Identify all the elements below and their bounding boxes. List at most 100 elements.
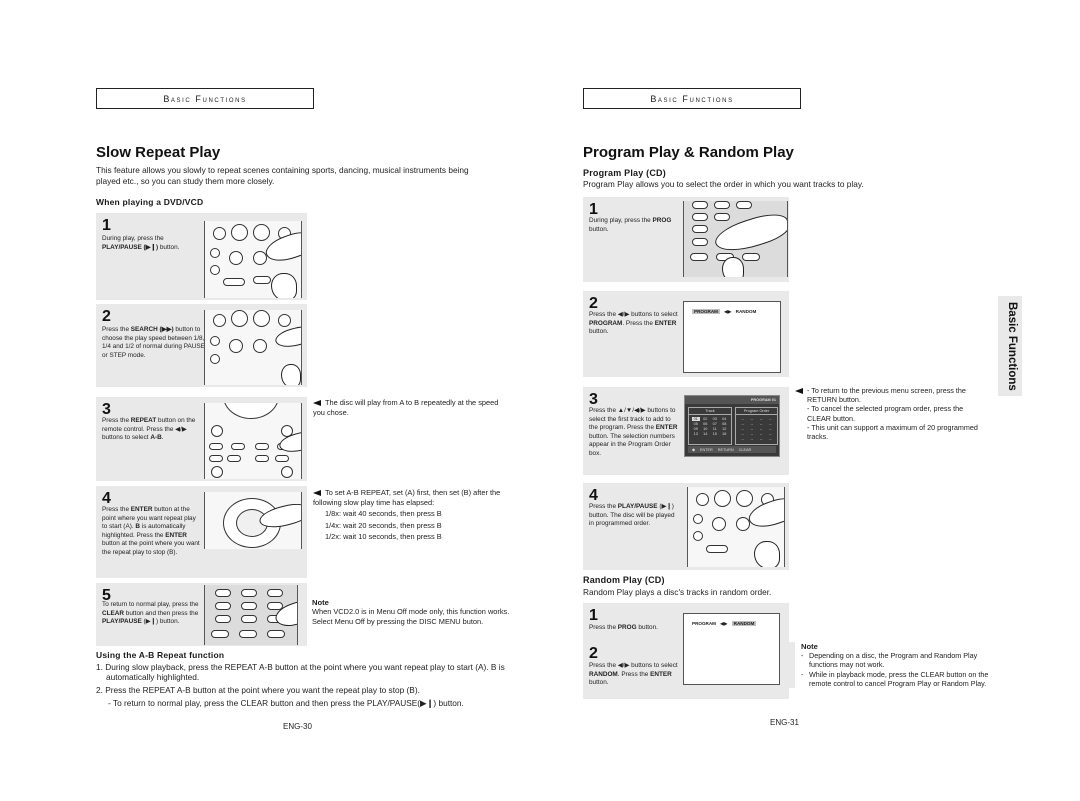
osd-order-slot: --	[769, 422, 772, 426]
up-down-button-icon	[253, 310, 270, 327]
button-8-icon	[241, 602, 257, 610]
osd-order-slot: --	[741, 427, 744, 431]
stop-button-icon	[712, 517, 726, 531]
plus-minus-button-icon	[231, 310, 248, 327]
osd-track-number[interactable]: 10	[702, 427, 710, 431]
menu-option-random[interactable]: RANDOM	[731, 621, 757, 626]
menu-option-random[interactable]: RANDOM	[736, 309, 757, 314]
subheading-dvd-vcd: When playing a DVD/VCD	[96, 197, 204, 207]
note-title: Note	[801, 642, 818, 651]
osd-track-number[interactable]: 04	[721, 417, 729, 421]
side-note-text: The disc will play from A to B repeatedl…	[313, 398, 499, 417]
menu-option-program[interactable]: PROGRAM	[692, 309, 720, 314]
osd-track-number[interactable]: 02	[702, 417, 710, 421]
next-button-icon	[227, 455, 241, 462]
program-step-3-panel: 3 Press the ▲/▼/◀/▶ buttons to select th…	[583, 387, 789, 475]
list-item: - To return to normal play, press the CL…	[108, 698, 464, 708]
prog-button-icon	[213, 314, 226, 327]
menu-button-icon	[706, 545, 728, 553]
button-3-icon	[736, 201, 752, 209]
subtitle-button-icon	[209, 443, 223, 450]
prog-button-icon	[692, 238, 708, 246]
osd-footer: ◆ ENTER RETURN CLEAR	[688, 446, 776, 453]
list-item: 1. During slow playback, press the REPEA…	[96, 662, 505, 682]
note-item: Depending on a disc, the Program and Ran…	[809, 651, 978, 670]
menu-options: PROGRAM ◀▶ RANDOM	[692, 309, 756, 315]
step-3-panel: 3 Press the REPEAT button on the remote …	[96, 397, 307, 481]
button-5-icon	[714, 213, 730, 221]
program-step-4-panel: 4 Press the PLAY/PAUSE (▶❙) button. The …	[583, 483, 789, 570]
osd-order-slot: --	[750, 422, 754, 426]
osd-track-number[interactable]: 14	[702, 432, 710, 436]
osd-track-number[interactable]: 15	[711, 432, 719, 436]
side-note-text: - This unit can support a maximum of 20 …	[807, 422, 978, 442]
random-play-intro: Random Play plays a disc's tracks in ran…	[583, 587, 772, 597]
step-text: Press the ◀/▶ buttons to select RANDOM. …	[589, 662, 678, 687]
left-right-arrows-icon: ◀▶	[724, 309, 732, 314]
button-7-icon	[215, 602, 231, 610]
osd-track-number[interactable]: 06	[702, 422, 710, 426]
step-text: During play, press the PLAY/PAUSE (▶❙) b…	[102, 235, 180, 251]
menu-options: PROGRAM ◀▶ RANDOM	[692, 621, 757, 627]
menu-option-program[interactable]: PROGRAM	[692, 621, 716, 626]
page-title-slow-repeat: Slow Repeat Play	[96, 144, 221, 161]
section-header-text: Basic Functions	[163, 93, 247, 104]
osd-track-number[interactable]: 11	[711, 427, 719, 431]
osd-track-number[interactable]: 09	[692, 427, 700, 431]
osd-order-label: Program Order	[736, 408, 777, 415]
osd-track-grid: 01 02 03 04 05 06 07 08 09 10 11 12 13 14 15 16	[689, 415, 731, 438]
wait-time-item: 1/8x: wait 40 seconds, then press B	[325, 509, 442, 519]
step-5-panel: 5 To return to normal play, press the CL…	[96, 583, 307, 646]
step-text: Press the ▲/▼/◀/▶ buttons to select the …	[589, 407, 678, 457]
program-step-2-panel: 2 Press the ◀/▶ buttons to select PROGRA…	[583, 291, 789, 377]
button-0-icon	[241, 615, 257, 623]
rewind-button-icon	[693, 514, 703, 524]
step-text: Press the PLAY/PAUSE (▶❙) button. The di…	[589, 503, 675, 528]
osd-clear-hint: CLEAR	[738, 447, 752, 452]
remote-illustration-prog	[683, 201, 788, 277]
note-title: Note	[312, 598, 329, 607]
program-side-notes: - To return to the previous menu screen,…	[795, 386, 980, 441]
osd-title: PROGRAM 01	[685, 396, 779, 404]
random-steps-panel: 1 Press the PROG button. 2 Press the ◀/▶…	[583, 603, 789, 699]
bullet-dash: -	[801, 669, 804, 679]
section-header-left: Basic Functions	[96, 88, 314, 109]
osd-order-slot: --	[741, 422, 744, 426]
osd-track-number[interactable]: 03	[711, 417, 719, 421]
program-play-heading: Program Play (CD)	[583, 168, 666, 178]
rewind-button-icon	[210, 336, 220, 346]
osd-track-number[interactable]: 12	[721, 427, 729, 431]
skip-back-button-icon	[210, 265, 220, 275]
osd-order-slot: --	[769, 437, 772, 441]
osd-track-number[interactable]: 16	[721, 432, 729, 436]
note-item: While in playback mode, press the CLEAR …	[809, 669, 989, 688]
rewind-button-icon	[210, 248, 220, 258]
step-number: 2	[589, 645, 598, 662]
osd-track-number[interactable]: 07	[711, 422, 719, 426]
button-5-icon	[241, 589, 257, 597]
program-play-intro: Program Play allows you to select the or…	[583, 179, 864, 189]
menu-screen-random: PROGRAM ◀▶ RANDOM	[683, 613, 780, 685]
step-3-side-note: The disc will play from A to B repeatedl…	[313, 398, 503, 417]
osd-order-slot: --	[741, 437, 744, 441]
osd-track-number[interactable]: 08	[721, 422, 729, 426]
minus-button-icon	[714, 490, 731, 507]
osd-track-number[interactable]: 01	[692, 417, 700, 421]
page-prev-button-icon	[255, 455, 269, 462]
osd-track-number[interactable]: 05	[692, 422, 700, 426]
step-2-panel: 2 Press the SEARCH (▶▶) button to choose…	[96, 304, 307, 387]
info-button-icon	[253, 276, 271, 284]
step-text: Press the REPEAT button on the remote co…	[102, 417, 196, 442]
section-header-text: Basic Functions	[650, 93, 734, 104]
osd-track-number[interactable]: 13	[692, 432, 700, 436]
prog-button-icon	[215, 615, 231, 623]
minus-button-icon	[231, 224, 248, 241]
video-sel-button-icon	[213, 227, 226, 240]
section-header-right: Basic Functions	[583, 88, 801, 109]
page-title-program-random: Program Play & Random Play	[583, 144, 794, 161]
prev-button-icon	[209, 455, 223, 462]
step-4-panel: 4 Press the ENTER button at the point wh…	[96, 486, 307, 578]
osd-order-grid: -- -- -- -- -- -- -- -- -- -- -- -- -- -- -- -- -- -- -- --	[736, 415, 777, 443]
angle-button-icon	[255, 443, 269, 450]
down-button-icon	[736, 490, 753, 507]
